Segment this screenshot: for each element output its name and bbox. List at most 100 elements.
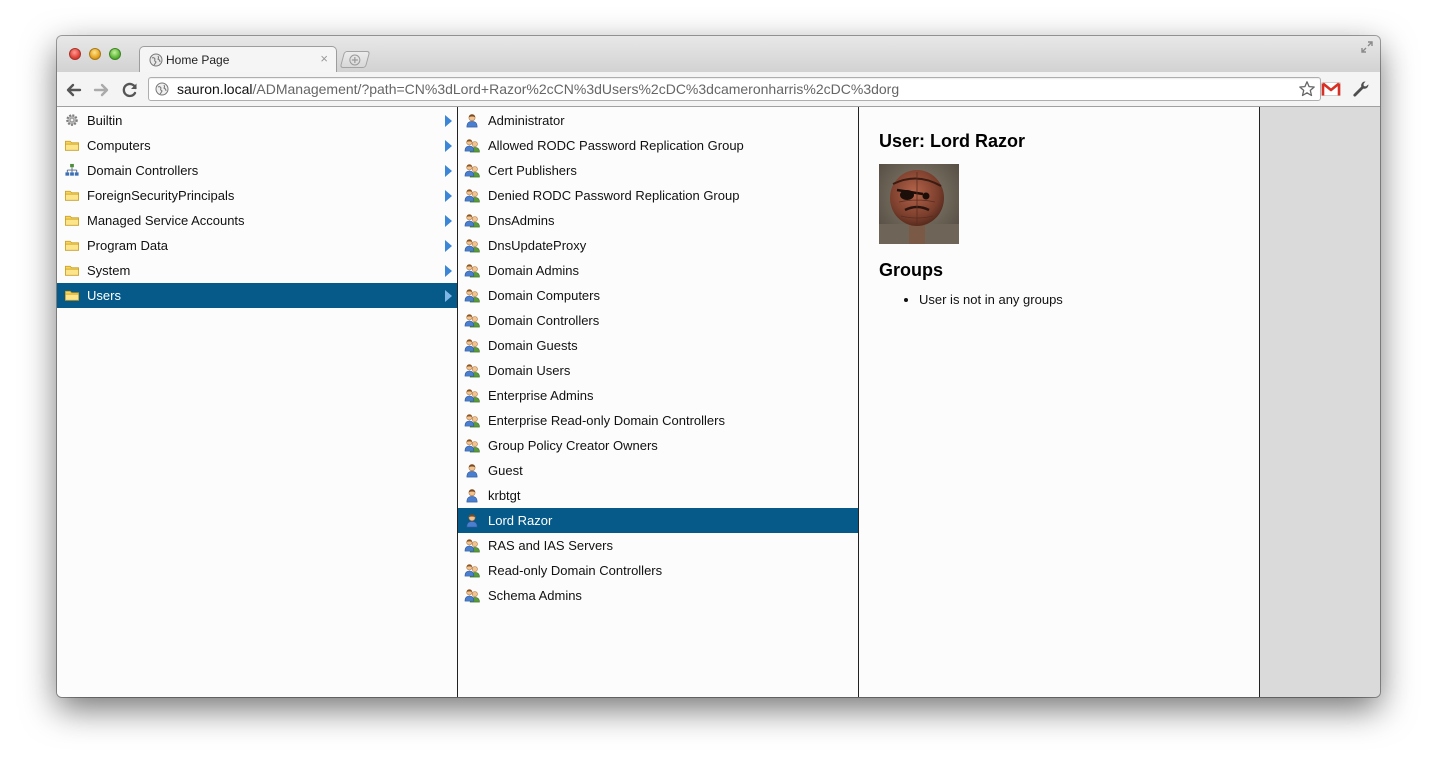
tab-close-icon[interactable]: × <box>320 51 328 67</box>
object-item-cert-publishers[interactable]: Cert Publishers <box>458 158 858 183</box>
object-item-label: Domain Computers <box>488 288 600 303</box>
bookmark-star-icon[interactable] <box>1298 80 1316 98</box>
object-item-label: Denied RODC Password Replication Group <box>488 188 740 203</box>
group-icon <box>464 139 480 153</box>
object-column: Administrator Allowed RODC Password Repli… <box>458 107 859 697</box>
group-icon <box>464 164 480 178</box>
object-item-lord-razor[interactable]: Lord Razor <box>458 508 858 533</box>
expand-arrow-icon[interactable] <box>445 240 452 252</box>
directory-browser: Builtin Computers Domain Controllers Foreig… <box>57 107 1380 697</box>
container-item-label: Domain Controllers <box>87 163 199 178</box>
object-item-dnsadmins[interactable]: DnsAdmins <box>458 208 858 233</box>
container-item-foreignsecurityprincipals[interactable]: ForeignSecurityPrincipals <box>57 183 457 208</box>
minimize-window-button[interactable] <box>89 48 101 60</box>
container-item-system[interactable]: System <box>57 258 457 283</box>
object-item-domain-users[interactable]: Domain Users <box>458 358 858 383</box>
object-item-krbtgt[interactable]: krbtgt <box>458 483 858 508</box>
object-item-label: Domain Admins <box>488 263 580 278</box>
expand-arrow-icon[interactable] <box>445 215 452 227</box>
detail-title: User: Lord Razor <box>879 131 1026 151</box>
object-item-allowed-rodc-password-replication-group[interactable]: Allowed RODC Password Replication Group <box>458 133 858 158</box>
object-list: Administrator Allowed RODC Password Repli… <box>458 107 858 608</box>
object-item-label: Enterprise Admins <box>488 388 594 403</box>
close-window-button[interactable] <box>69 48 81 60</box>
gear-icon <box>66 114 78 126</box>
reload-icon[interactable] <box>120 80 140 100</box>
container-item-computers[interactable]: Computers <box>57 133 457 158</box>
user-icon <box>466 514 478 528</box>
container-item-label: Managed Service Accounts <box>87 213 245 228</box>
expand-arrow-icon[interactable] <box>445 165 452 177</box>
container-item-domain-controllers[interactable]: Domain Controllers <box>57 158 457 183</box>
object-item-group-policy-creator-owners[interactable]: Group Policy Creator Owners <box>458 433 858 458</box>
object-item-dnsupdateproxy[interactable]: DnsUpdateProxy <box>458 233 858 258</box>
object-item-domain-admins[interactable]: Domain Admins <box>458 258 858 283</box>
container-item-label: Builtin <box>87 113 123 128</box>
object-item-label: Administrator <box>488 113 565 128</box>
group-list-item: User is not in any groups <box>919 291 1239 309</box>
group-icon <box>464 314 480 328</box>
object-item-domain-computers[interactable]: Domain Computers <box>458 283 858 308</box>
object-item-enterprise-read-only-domain-controllers[interactable]: Enterprise Read-only Domain Controllers <box>458 408 858 433</box>
site-info-icon[interactable] <box>155 82 169 96</box>
browser-toolbar: sauron.local/ADManagement/?path=CN%3dLor… <box>57 72 1380 107</box>
object-item-denied-rodc-password-replication-group[interactable]: Denied RODC Password Replication Group <box>458 183 858 208</box>
folder-icon <box>65 290 79 301</box>
object-item-label: RAS and IAS Servers <box>488 538 613 553</box>
user-detail-panel: User: Lord Razor Groups • User is not in… <box>859 107 1259 333</box>
tab-title: Home Page <box>166 53 230 67</box>
new-tab-button[interactable] <box>339 51 371 68</box>
container-item-builtin[interactable]: Builtin <box>57 108 457 133</box>
object-item-domain-controllers[interactable]: Domain Controllers <box>458 308 858 333</box>
object-item-read-only-domain-controllers[interactable]: Read-only Domain Controllers <box>458 558 858 583</box>
group-icon <box>464 364 480 378</box>
expand-arrow-icon[interactable] <box>445 115 452 127</box>
object-item-enterprise-admins[interactable]: Enterprise Admins <box>458 383 858 408</box>
object-item-label: Domain Controllers <box>488 313 600 328</box>
object-item-label: krbtgt <box>488 488 521 503</box>
url-host: sauron.local <box>177 81 253 97</box>
browser-window: Home Page × sauron.local/ADManagement/?p… <box>57 36 1380 697</box>
expand-arrow-icon[interactable] <box>445 265 452 277</box>
object-item-ras-and-ias-servers[interactable]: RAS and IAS Servers <box>458 533 858 558</box>
forward-arrow-icon[interactable] <box>91 80 111 100</box>
container-item-users[interactable]: Users <box>57 283 457 308</box>
object-item-label: Enterprise Read-only Domain Controllers <box>488 413 725 428</box>
expand-arrow-icon[interactable] <box>445 140 452 152</box>
object-item-label: DnsUpdateProxy <box>488 238 587 253</box>
zoom-window-button[interactable] <box>109 48 121 60</box>
expand-arrow-icon[interactable] <box>445 190 452 202</box>
container-item-managed-service-accounts[interactable]: Managed Service Accounts <box>57 208 457 233</box>
wrench-icon[interactable] <box>1352 80 1370 98</box>
object-item-label: DnsAdmins <box>488 213 555 228</box>
group-icon <box>464 564 480 578</box>
address-bar[interactable]: sauron.local/ADManagement/?path=CN%3dLor… <box>148 77 1321 101</box>
org-chart-icon <box>65 163 79 176</box>
user-icon <box>466 114 478 128</box>
object-item-label: Lord Razor <box>488 513 553 528</box>
object-item-label: Read-only Domain Controllers <box>488 563 663 578</box>
fullscreen-icon[interactable] <box>1360 40 1374 54</box>
tab-home-page[interactable]: Home Page × <box>139 46 337 72</box>
object-item-schema-admins[interactable]: Schema Admins <box>458 583 858 608</box>
groups-heading: Groups <box>879 260 944 280</box>
object-item-administrator[interactable]: Administrator <box>458 108 858 133</box>
group-icon <box>464 264 480 278</box>
container-item-label: ForeignSecurityPrincipals <box>87 188 235 203</box>
group-icon <box>464 439 480 453</box>
gmail-icon[interactable] <box>1321 81 1341 97</box>
group-icon <box>464 239 480 253</box>
object-item-domain-guests[interactable]: Domain Guests <box>458 333 858 358</box>
object-item-guest[interactable]: Guest <box>458 458 858 483</box>
expand-arrow-icon[interactable] <box>445 290 452 302</box>
container-item-program-data[interactable]: Program Data <box>57 233 457 258</box>
back-arrow-icon[interactable] <box>64 80 84 100</box>
folder-icon <box>65 190 79 201</box>
object-item-label: Schema Admins <box>488 588 582 603</box>
tab-strip: Home Page × <box>57 36 1380 72</box>
object-item-label: Cert Publishers <box>488 163 577 178</box>
group-icon <box>464 189 480 203</box>
container-list: Builtin Computers Domain Controllers Foreig… <box>57 107 457 308</box>
group-icon <box>464 214 480 228</box>
group-icon <box>464 414 480 428</box>
